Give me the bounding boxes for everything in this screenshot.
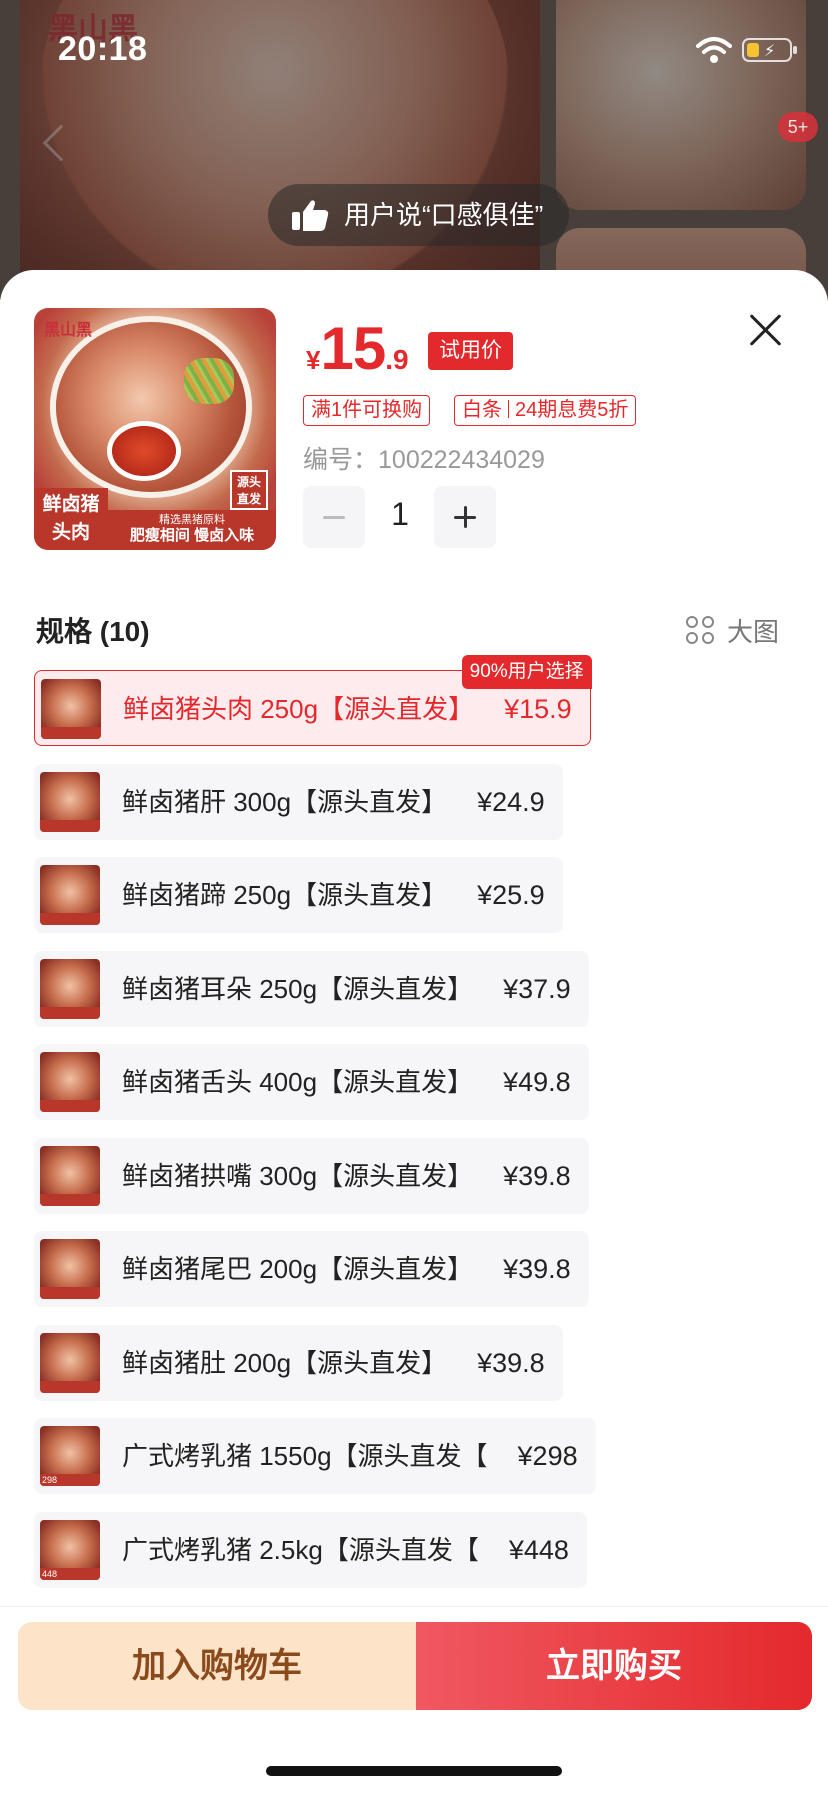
spec-option[interactable]: 鲜卤猪肚 200g【源头直发】 ¥39.8: [34, 1324, 563, 1401]
spec-option-name: 广式烤乳猪 1550g【源头直发【: [122, 1441, 488, 1471]
spec-option-price: ¥37.9: [503, 973, 571, 1004]
spec-option-price: ¥298: [517, 1441, 578, 1471]
spec-option-thumbnail: [40, 1145, 100, 1206]
quantity-decrease-button[interactable]: [303, 486, 365, 548]
close-button[interactable]: [748, 312, 784, 348]
spec-option[interactable]: 鲜卤猪蹄 250g【源头直发】 ¥25.9: [34, 857, 563, 933]
spec-option[interactable]: 鲜卤猪肝 300g【源头直发】 ¥24.9: [34, 763, 563, 840]
status-bar: 20:18 ⚡: [0, 0, 828, 100]
spec-list: 鲜卤猪头肉 250g【源头直发】 ¥15.9 90%用户选择 鲜卤猪肝 300g【…: [34, 655, 814, 1605]
spec-option-thumbnail: [40, 771, 100, 832]
promo-baitiao-detail: 24期息费5折: [515, 399, 629, 421]
sku-number-label: 编号：: [303, 446, 379, 474]
action-bar-divider: [0, 1606, 828, 1607]
spec-option-price: ¥49.8: [503, 1067, 571, 1097]
add-to-cart-button[interactable]: 加入购物车: [18, 1622, 416, 1710]
trial-price-badge: 试用价: [428, 332, 513, 370]
product-image[interactable]: 黑山黑 鲜卤猪头肉 精选黑猪原料 肥瘦相间 慢卤入味 源头直发: [34, 308, 276, 550]
spec-option-thumbnail-label: 298: [42, 1475, 58, 1485]
promo-tag-baitiao[interactable]: 白条 24期息费5折: [454, 395, 637, 426]
price-integer: 15: [320, 315, 386, 382]
spec-option[interactable]: 鲜卤猪头肉 250g【源头直发】 ¥15.9 90%用户选择: [34, 655, 592, 746]
sku-number: 100222434029: [378, 446, 545, 474]
popular-choice-badge: 90%用户选择: [461, 655, 592, 689]
spec-option-thumbnail: [40, 1332, 100, 1393]
review-pill: 用户说“口感俱佳”: [268, 184, 570, 246]
spec-option-thumbnail-label: 448: [42, 1568, 58, 1579]
spec-option[interactable]: 鲜卤猪尾巴 200g【源头直发】 ¥39.8: [34, 1231, 589, 1307]
spec-option-thumbnail: 448: [40, 1519, 100, 1580]
thumbs-up-icon: [292, 200, 329, 231]
wifi-icon: [696, 37, 732, 63]
home-indicator[interactable]: [266, 1766, 562, 1776]
spec-option-thumbnail: [40, 1239, 100, 1299]
buy-now-button[interactable]: 立即购买: [416, 1622, 812, 1710]
spec-option[interactable]: 鲜卤猪耳朵 250g【源头直发】 ¥37.9: [34, 950, 589, 1027]
promo-baitiao-label: 白条: [462, 399, 502, 421]
price-decimal: .9: [385, 344, 409, 375]
product-image-strip: 精选黑猪原料 肥瘦相间 慢卤入味: [108, 510, 276, 550]
spec-option[interactable]: 448 广式烤乳猪 2.5kg【源头直发【 ¥448: [34, 1511, 587, 1588]
spec-option-price: ¥39.8: [477, 1347, 545, 1378]
status-time: 20:18: [58, 30, 148, 68]
sku-number-line: 编号：100222434029: [303, 440, 545, 476]
spec-option[interactable]: 298 广式烤乳猪 1550g【源头直发【 ¥298: [34, 1418, 596, 1494]
product-image-strip-small: 精选黑猪原料: [159, 514, 225, 526]
spec-option[interactable]: 鲜卤猪拱嘴 300g【源头直发】 ¥39.8: [34, 1137, 589, 1214]
spec-option-name: 广式烤乳猪 2.5kg【源头直发【: [122, 1534, 479, 1565]
spec-option-thumbnail: [40, 958, 100, 1019]
spec-option-price: ¥39.8: [503, 1160, 571, 1191]
product-image-strip-text: 肥瘦相间 慢卤入味: [129, 527, 255, 544]
background-count-badge: 5+: [778, 112, 818, 142]
product-image-source-badge: 源头直发: [230, 470, 268, 510]
big-image-toggle[interactable]: 大图: [686, 612, 779, 649]
spec-option-price: ¥39.8: [503, 1254, 571, 1284]
spec-option[interactable]: 鲜卤猪舌头 400g【源头直发】 ¥49.8: [34, 1044, 589, 1120]
quantity-value[interactable]: 1: [368, 496, 432, 533]
spec-option-thumbnail: [40, 1052, 100, 1112]
product-price: ¥15.9: [306, 314, 409, 383]
sku-selector-sheet: 黑山黑 鲜卤猪头肉 精选黑猪原料 肥瘦相间 慢卤入味 源头直发 ¥15.9 试用…: [0, 270, 828, 1793]
spec-title: 规格 (10): [36, 616, 150, 647]
product-image-tag: 鲜卤猪头肉: [34, 488, 108, 550]
big-image-label: 大图: [727, 617, 780, 647]
spec-option-thumbnail: [40, 865, 100, 925]
spec-option-thumbnail: [41, 679, 101, 739]
promo-tag-exchange[interactable]: 满1件可换购: [303, 395, 431, 426]
price-currency: ¥: [306, 345, 321, 375]
product-image-brand: 黑山黑: [44, 320, 93, 339]
spec-option-price: ¥25.9: [477, 880, 545, 910]
grid-icon: [686, 616, 716, 646]
quantity-increase-button[interactable]: [434, 486, 496, 548]
spec-option-price: ¥448: [508, 1534, 569, 1565]
review-text: 用户说“口感俱佳”: [344, 200, 544, 230]
battery-icon: ⚡: [742, 38, 797, 62]
spec-option-price: ¥24.9: [477, 786, 545, 817]
spec-option-thumbnail: 298: [40, 1426, 100, 1486]
